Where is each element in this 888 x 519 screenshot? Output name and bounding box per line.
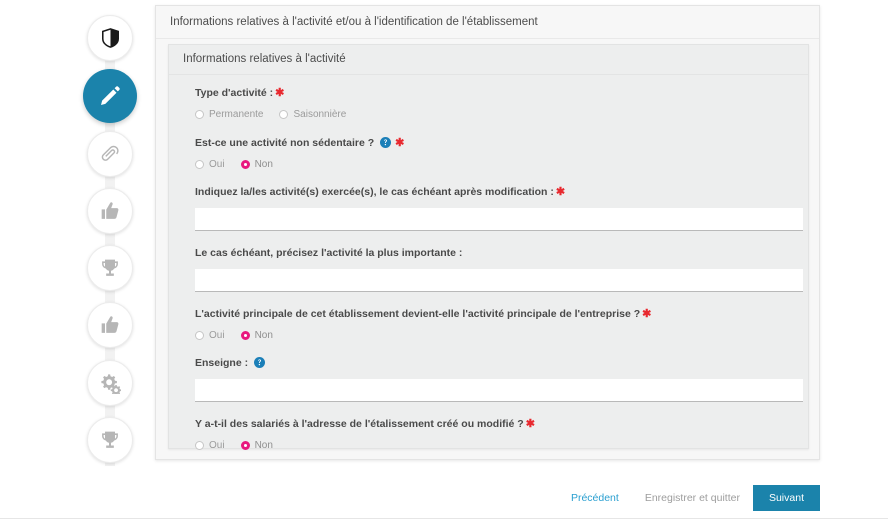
- radio-group-non-sedentaire[interactable]: Oui Non: [195, 159, 788, 170]
- required-asterisk: ✱: [275, 87, 285, 99]
- step-item-validate[interactable]: [87, 302, 133, 348]
- radio-option-permanente[interactable]: Permanente: [195, 109, 263, 120]
- card-title: Informations relatives à l'activité et/o…: [156, 6, 819, 39]
- radio-option-non[interactable]: Non: [240, 330, 273, 341]
- radio-label: Permanente: [209, 109, 264, 120]
- activites-exercees-input[interactable]: [195, 208, 803, 231]
- thumbs-up-icon: [100, 201, 120, 221]
- radio-label: Oui: [209, 330, 225, 341]
- save-and-quit-button[interactable]: Enregistrer et quitter: [632, 485, 753, 511]
- previous-button[interactable]: Précédent: [558, 485, 632, 511]
- trophy-icon: [100, 430, 120, 450]
- field-non-sedentaire: Est-ce une activité non sédentaire ? ✱ O…: [195, 137, 788, 170]
- footer-actions: Précédent Enregistrer et quitter Suivant: [558, 485, 820, 511]
- radio-label: Saisonnière: [293, 109, 347, 120]
- step-item-award[interactable]: [87, 245, 133, 291]
- required-asterisk: ✱: [395, 137, 405, 149]
- radio-indicator[interactable]: [195, 160, 204, 169]
- radio-option-saisonniere[interactable]: Saisonnière: [279, 109, 346, 120]
- radio-label: Non: [254, 330, 273, 341]
- radio-label: Non: [254, 159, 273, 170]
- trophy-icon: [100, 258, 120, 278]
- field-label: Y a-t-il des salariés à l'adresse de l'é…: [195, 418, 535, 430]
- step-item-approve[interactable]: [87, 188, 133, 234]
- field-activite-principale: L'activité principale de cet établisseme…: [195, 308, 788, 341]
- help-icon[interactable]: [380, 137, 392, 148]
- next-button[interactable]: Suivant: [752, 485, 820, 511]
- footer-bar: Précédent Enregistrer et quitter Suivant: [0, 470, 888, 519]
- radio-option-non[interactable]: Non: [240, 440, 273, 451]
- radio-indicator[interactable]: [195, 441, 204, 450]
- step-item-attach[interactable]: [87, 131, 133, 177]
- radio-option-oui[interactable]: Oui: [195, 159, 225, 170]
- field-activite-importante: Le cas échéant, précisez l'activité la p…: [195, 247, 803, 292]
- step-progress-rail: [0, 0, 150, 518]
- activite-importante-input[interactable]: [195, 269, 803, 292]
- radio-option-non[interactable]: Non: [240, 159, 273, 170]
- pencil-icon: [99, 85, 121, 107]
- required-asterisk: ✱: [525, 418, 535, 430]
- field-label: Le cas échéant, précisez l'activité la p…: [195, 247, 463, 259]
- field-enseigne: Enseigne :: [195, 357, 803, 402]
- radio-indicator[interactable]: [279, 110, 289, 119]
- radio-option-oui[interactable]: Oui: [195, 440, 225, 451]
- field-label: Est-ce une activité non sédentaire ? ✱: [195, 137, 405, 149]
- paperclip-icon: [100, 144, 120, 164]
- enseigne-input[interactable]: [195, 379, 803, 402]
- radio-indicator[interactable]: [195, 110, 204, 119]
- radio-group-type-activite[interactable]: Permanente Saisonnière: [195, 109, 788, 120]
- radio-group-salaries[interactable]: Oui Non: [195, 440, 788, 451]
- radio-group-activite-principale[interactable]: Oui Non: [195, 330, 788, 341]
- form-body: Type d'activité : ✱ Permanente Saisonnièr…: [169, 75, 808, 451]
- help-icon[interactable]: [254, 357, 266, 368]
- step-item-result[interactable]: [87, 417, 133, 463]
- radio-indicator[interactable]: [240, 160, 250, 169]
- field-label: Indiquez la/les activité(s) exercée(s), …: [195, 186, 566, 198]
- step-item-edit[interactable]: [83, 69, 137, 123]
- step-item-settings[interactable]: [87, 360, 133, 406]
- radio-label: Oui: [209, 440, 225, 451]
- radio-option-oui[interactable]: Oui: [195, 330, 225, 341]
- radio-label: Non: [254, 440, 273, 451]
- section-title: Informations relatives à l'activité: [169, 45, 808, 75]
- thumbs-up-icon: [100, 315, 120, 335]
- step-item-shield[interactable]: [87, 15, 133, 61]
- gears-icon: [100, 373, 121, 394]
- shield-icon: [101, 28, 119, 48]
- radio-indicator[interactable]: [240, 441, 250, 450]
- field-label: L'activité principale de cet établisseme…: [195, 308, 652, 320]
- activity-section-panel: Informations relatives à l'activité Type…: [168, 44, 809, 451]
- form-card: Informations relatives à l'activité et/o…: [155, 5, 820, 460]
- field-type-activite: Type d'activité : ✱ Permanente Saisonnièr…: [195, 87, 788, 120]
- required-asterisk: ✱: [555, 186, 566, 198]
- radio-indicator[interactable]: [195, 331, 204, 340]
- field-label: Enseigne :: [195, 357, 788, 370]
- required-asterisk: ✱: [642, 308, 652, 320]
- field-activites-exercees: Indiquez la/les activité(s) exercée(s), …: [195, 186, 803, 231]
- radio-indicator[interactable]: [240, 331, 250, 340]
- field-label: Type d'activité : ✱: [195, 87, 285, 99]
- field-salaries: Y a-t-il des salariés à l'adresse de l'é…: [195, 418, 788, 451]
- radio-label: Oui: [209, 159, 225, 170]
